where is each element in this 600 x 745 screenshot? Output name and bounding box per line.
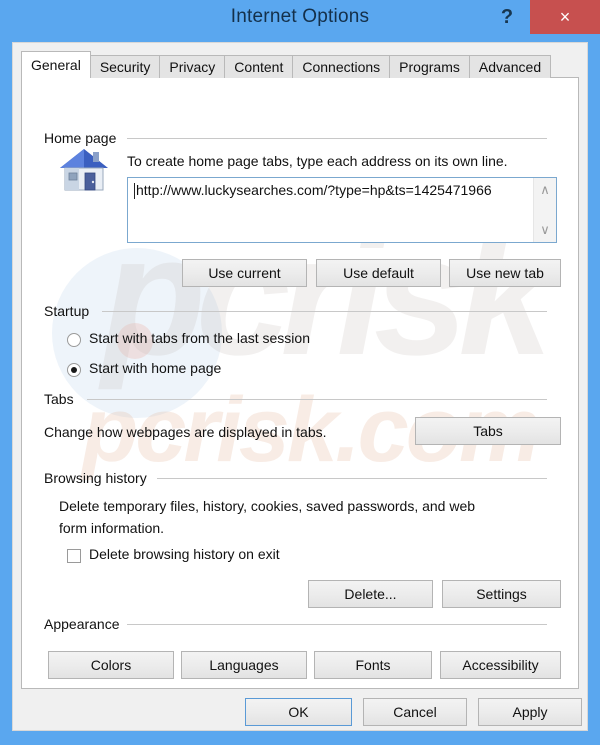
tabs-group-rule [87, 399, 547, 400]
tab-programs[interactable]: Programs [389, 55, 470, 78]
titlebar: Internet Options ? × [0, 0, 600, 44]
home-page-address-input[interactable]: http://www.luckysearches.com/?type=hp&ts… [127, 177, 557, 243]
tabs-button[interactable]: Tabs [415, 417, 561, 445]
address-scrollbar[interactable]: ∧ ∨ [533, 178, 556, 242]
delete-button[interactable]: Delete... [308, 580, 433, 608]
use-new-tab-button[interactable]: Use new tab [449, 259, 561, 287]
delete-history-on-exit-label: Delete browsing history on exit [89, 546, 280, 562]
tab-general[interactable]: General [21, 51, 91, 78]
scroll-up-icon[interactable]: ∧ [534, 183, 556, 197]
radio-start-with-last-session[interactable] [67, 333, 81, 347]
house-icon [55, 143, 113, 200]
close-icon[interactable]: × [530, 0, 600, 34]
use-default-button[interactable]: Use default [316, 259, 441, 287]
text-caret [134, 183, 135, 199]
tab-connections[interactable]: Connections [292, 55, 390, 78]
tab-strip: General Security Privacy Content Connect… [21, 51, 550, 78]
radio-last-session-label: Start with tabs from the last session [89, 330, 310, 346]
tabs-description: Change how webpages are displayed in tab… [44, 424, 327, 440]
colors-button[interactable]: Colors [48, 651, 174, 679]
delete-history-on-exit-checkbox[interactable] [67, 549, 81, 563]
tab-privacy[interactable]: Privacy [159, 55, 225, 78]
ok-button[interactable]: OK [245, 698, 352, 726]
help-icon[interactable]: ? [492, 2, 522, 32]
cancel-button[interactable]: Cancel [363, 698, 467, 726]
general-tab-panel: pcrisk pcrisk.com Home page T [21, 77, 579, 689]
tab-advanced[interactable]: Advanced [469, 55, 551, 78]
fonts-button[interactable]: Fonts [314, 651, 432, 679]
apply-button[interactable]: Apply [478, 698, 582, 726]
browsing-history-group-label: Browsing history [44, 470, 154, 486]
startup-group-rule [102, 311, 547, 312]
dialog-body: General Security Privacy Content Connect… [12, 42, 588, 731]
accessibility-button[interactable]: Accessibility [440, 651, 561, 679]
browsing-history-description-line2: form information. [59, 520, 164, 536]
tab-content[interactable]: Content [224, 55, 293, 78]
home-page-group-rule [127, 138, 547, 139]
radio-home-page-label: Start with home page [89, 360, 221, 376]
radio-start-with-home-page[interactable] [67, 363, 81, 377]
home-page-address-value: http://www.luckysearches.com/?type=hp&ts… [136, 182, 492, 198]
tab-security[interactable]: Security [90, 55, 161, 78]
settings-button[interactable]: Settings [442, 580, 561, 608]
home-page-description: To create home page tabs, type each addr… [127, 153, 508, 169]
scroll-down-icon[interactable]: ∨ [534, 223, 556, 237]
languages-button[interactable]: Languages [181, 651, 307, 679]
use-current-button[interactable]: Use current [182, 259, 307, 287]
browsing-history-group-rule [157, 478, 547, 479]
tabs-group-label: Tabs [44, 391, 81, 407]
internet-options-window: Internet Options ? × General Security Pr… [0, 0, 600, 745]
startup-group-label: Startup [44, 303, 96, 319]
browsing-history-description-line1: Delete temporary files, history, cookies… [59, 498, 475, 514]
appearance-group-label: Appearance [44, 616, 127, 632]
appearance-group-rule [127, 624, 547, 625]
